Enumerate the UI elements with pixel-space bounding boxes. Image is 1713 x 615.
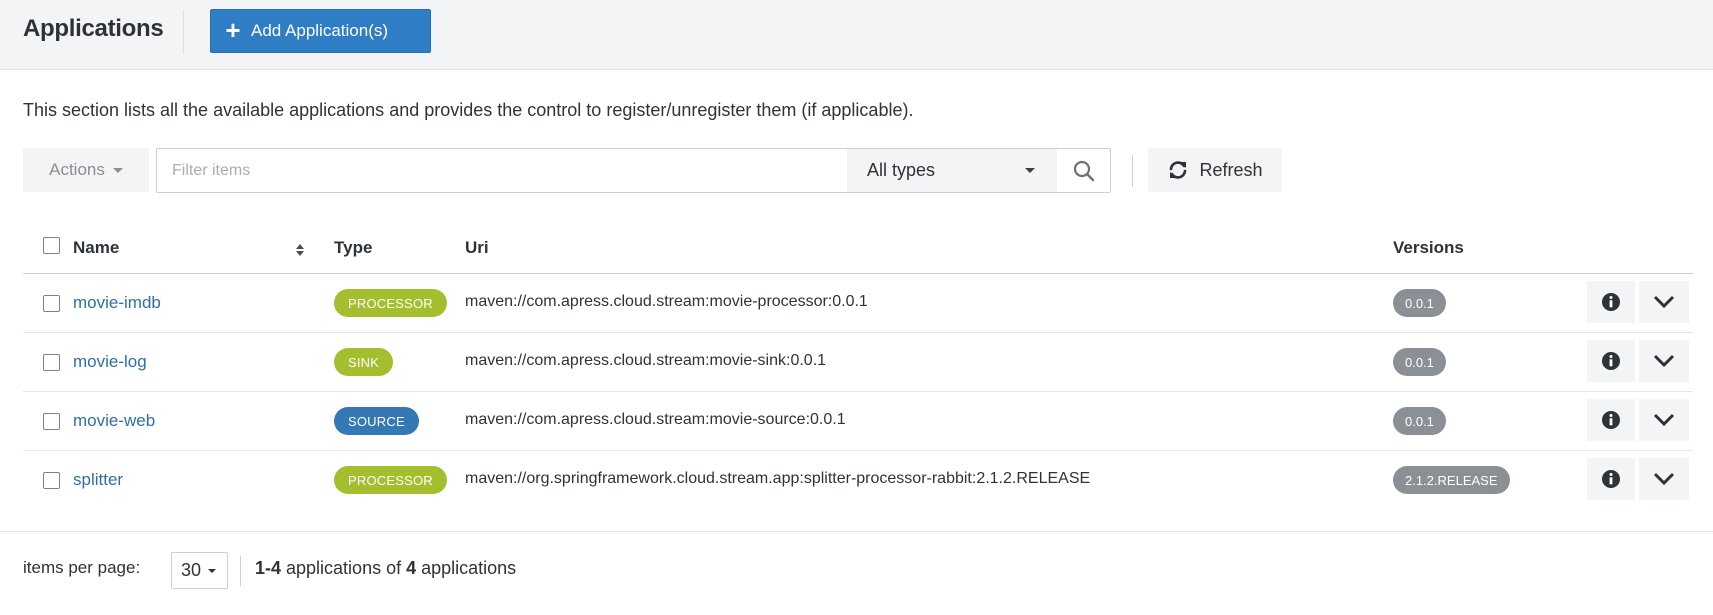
items-per-page-select[interactable]: 30	[171, 552, 228, 589]
table-row: movie-log SINK maven://com.apress.cloud.…	[23, 333, 1693, 392]
select-all-checkbox[interactable]	[43, 237, 60, 254]
chevron-down-icon	[1653, 295, 1675, 309]
search-icon	[1073, 160, 1095, 181]
version-badge[interactable]: 0.0.1	[1393, 348, 1446, 376]
toolbar-divider	[1132, 155, 1133, 187]
sort-icon[interactable]	[295, 243, 305, 257]
actions-label: Actions	[49, 160, 105, 179]
header-divider	[183, 10, 184, 54]
refresh-label: Refresh	[1199, 159, 1263, 180]
info-icon	[1602, 411, 1620, 429]
expand-button[interactable]	[1639, 458, 1689, 500]
info-button[interactable]	[1587, 399, 1635, 441]
page-header: Applications + Add Application(s)	[0, 0, 1713, 70]
expand-button[interactable]	[1639, 281, 1689, 323]
row-checkbox[interactable]	[43, 354, 60, 371]
info-button[interactable]	[1587, 458, 1635, 500]
pagination-range: 1-4	[255, 558, 282, 578]
search-group: All types	[156, 148, 1111, 193]
items-per-page-value: 30	[181, 560, 202, 580]
plus-icon: +	[225, 15, 241, 45]
app-name-link[interactable]: movie-log	[73, 352, 147, 372]
column-name[interactable]: Name	[73, 238, 119, 258]
column-type: Type	[334, 238, 373, 257]
pagination-summary: 1-4 applications of 4 applications	[255, 558, 516, 579]
filter-input[interactable]	[157, 149, 847, 192]
app-uri: maven://com.apress.cloud.stream:movie-pr…	[465, 293, 868, 310]
expand-button[interactable]	[1639, 399, 1689, 441]
type-badge: SINK	[334, 348, 394, 376]
app-name-link[interactable]: movie-web	[73, 411, 155, 431]
search-button[interactable]	[1057, 149, 1111, 192]
app-uri: maven://com.apress.cloud.stream:movie-so…	[465, 411, 846, 428]
chevron-down-icon	[1653, 472, 1675, 486]
table-row: movie-imdb PROCESSOR maven://com.apress.…	[23, 274, 1693, 333]
actions-dropdown[interactable]: Actions	[23, 148, 149, 192]
refresh-button[interactable]: Refresh	[1148, 148, 1282, 192]
type-badge: PROCESSOR	[334, 289, 447, 317]
app-uri: maven://org.springframework.cloud.stream…	[465, 470, 1091, 487]
pagination-text-end: applications	[416, 558, 517, 578]
type-filter-select[interactable]: All types	[847, 149, 1057, 192]
app-name-link[interactable]: splitter	[73, 470, 123, 490]
column-uri: Uri	[465, 238, 489, 257]
info-icon	[1602, 293, 1620, 311]
section-description: This section lists all the available app…	[23, 100, 914, 120]
page-title: Applications	[23, 15, 164, 42]
row-checkbox[interactable]	[43, 472, 60, 489]
table-header: Name Type Uri Versions	[23, 228, 1693, 274]
expand-button[interactable]	[1639, 340, 1689, 382]
app-name-link[interactable]: movie-imdb	[73, 293, 161, 313]
footer-divider	[0, 531, 1713, 532]
column-versions: Versions	[1393, 238, 1464, 257]
caret-down-icon	[208, 568, 217, 573]
table-row: splitter PROCESSOR maven://org.springfra…	[23, 451, 1693, 510]
info-icon	[1602, 470, 1620, 488]
caret-down-icon	[1025, 168, 1035, 173]
version-badge[interactable]: 0.0.1	[1393, 289, 1446, 317]
type-badge: SOURCE	[334, 407, 419, 435]
type-filter-value: All types	[867, 160, 936, 180]
type-badge: PROCESSOR	[334, 466, 447, 494]
version-badge[interactable]: 2.1.2.RELEASE	[1393, 466, 1510, 494]
applications-table: Name Type Uri Versions movie-imdb PROCES…	[23, 228, 1693, 510]
info-button[interactable]	[1587, 340, 1635, 382]
add-application-label: Add Application(s)	[251, 21, 389, 40]
chevron-down-icon	[1653, 354, 1675, 368]
info-icon	[1602, 352, 1620, 370]
caret-down-icon	[112, 167, 123, 173]
pagination-total: 4	[406, 558, 417, 578]
chevron-down-icon	[1653, 413, 1675, 427]
pagination-text-mid: applications of	[281, 558, 407, 578]
footer-separator	[240, 556, 241, 586]
items-per-page-label: items per page:	[23, 558, 141, 577]
version-badge[interactable]: 0.0.1	[1393, 407, 1446, 435]
app-uri: maven://com.apress.cloud.stream:movie-si…	[465, 352, 827, 369]
table-row: movie-web SOURCE maven://com.apress.clou…	[23, 392, 1693, 451]
refresh-icon	[1170, 161, 1187, 179]
row-checkbox[interactable]	[43, 295, 60, 312]
row-checkbox[interactable]	[43, 413, 60, 430]
add-application-button[interactable]: + Add Application(s)	[210, 9, 431, 53]
info-button[interactable]	[1587, 281, 1635, 323]
